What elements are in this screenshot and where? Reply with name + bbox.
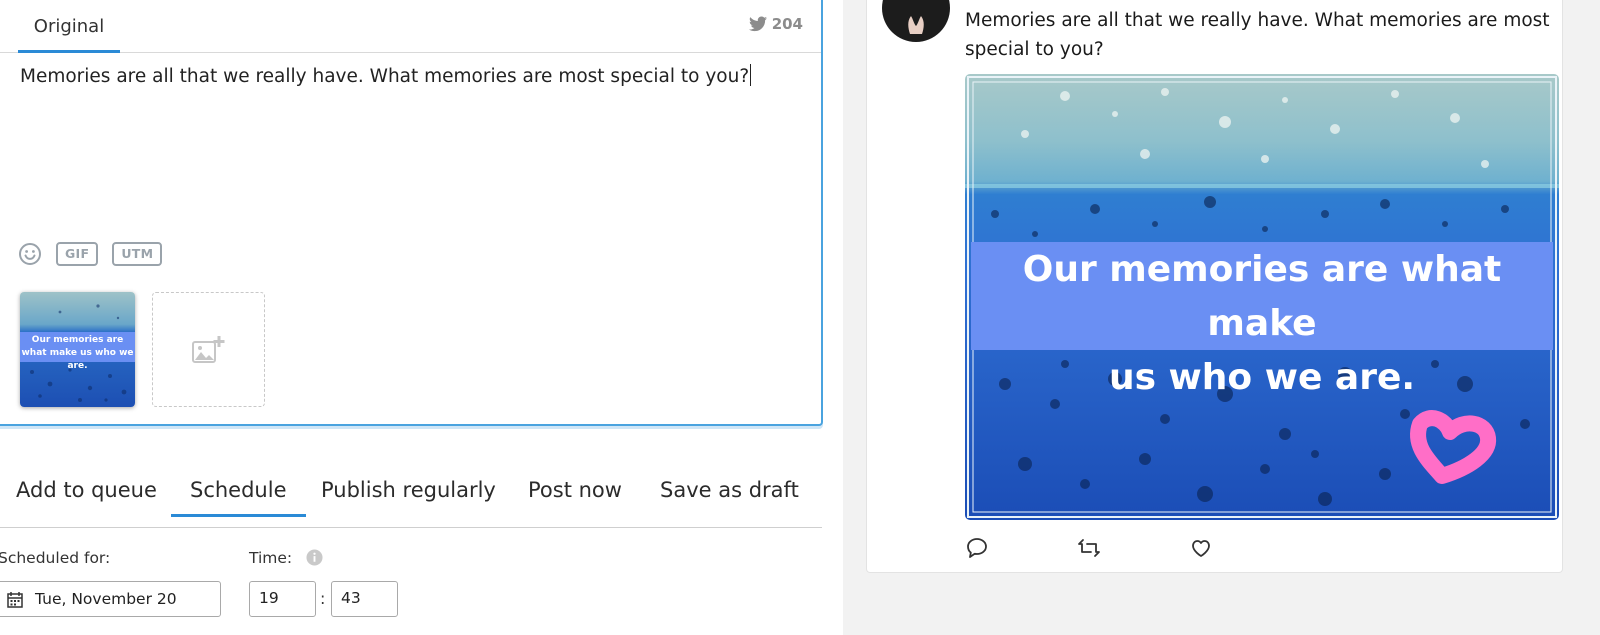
- time-separator: :: [320, 589, 326, 608]
- image-caption-line-1: Our memories are what make: [1022, 249, 1502, 344]
- tab-post-now[interactable]: Post now: [528, 478, 622, 502]
- text-caret: [750, 64, 752, 86]
- post-text-content: Memories are all that we really have. Wh…: [20, 66, 750, 87]
- tab-schedule[interactable]: Schedule: [171, 478, 306, 517]
- tweet-preview-text: Memories are all that we really have. Wh…: [965, 10, 1550, 60]
- info-icon[interactable]: [306, 549, 323, 566]
- schedule-date-value: Tue, November 20: [35, 590, 177, 608]
- scheduled-for-label: Scheduled for:: [0, 549, 111, 567]
- attached-image-thumbnail[interactable]: Our memories are what make us who we are…: [20, 292, 135, 407]
- schedule-date-picker[interactable]: Tue, November 20: [0, 581, 221, 617]
- post-composer: Original 204 Memories are all that we re…: [0, 0, 823, 426]
- image-add-icon: [191, 335, 224, 363]
- composer-tabs: Original 204: [0, 0, 821, 53]
- time-label: Time:: [249, 549, 293, 567]
- smile-icon[interactable]: [18, 242, 42, 266]
- reply-icon[interactable]: [965, 536, 989, 560]
- tab-add-to-queue[interactable]: Add to queue: [16, 478, 157, 502]
- tab-save-as-draft[interactable]: Save as draft: [660, 478, 799, 502]
- image-caption-line-2: us who we are.: [1108, 357, 1416, 398]
- like-icon[interactable]: [1189, 536, 1213, 560]
- retweet-icon[interactable]: [1077, 536, 1101, 560]
- tab-publish-regularly[interactable]: Publish regularly: [321, 478, 496, 502]
- minute-input[interactable]: 43: [331, 581, 398, 617]
- twitter-bird-icon: [748, 16, 767, 32]
- utm-button[interactable]: UTM: [112, 242, 163, 266]
- tab-original[interactable]: Original: [18, 0, 120, 53]
- post-text-input[interactable]: Memories are all that we really have. Wh…: [20, 64, 800, 224]
- character-count-value: 204: [771, 15, 803, 33]
- thumbnail-caption: Our memories are what make us who we are…: [21, 335, 134, 371]
- tweet-preview-image[interactable]: Our memories are what make us who we are…: [965, 74, 1559, 520]
- hour-input[interactable]: 19: [249, 581, 316, 617]
- calendar-icon: [7, 591, 23, 608]
- composer-tools: GIF UTM: [18, 242, 163, 266]
- publish-action-tabs: Add to queue Schedule Publish regularly …: [0, 464, 822, 528]
- gif-button[interactable]: GIF: [56, 242, 99, 266]
- add-media-button[interactable]: [152, 292, 265, 407]
- image-caption-banner: Our memories are what make us who we are…: [971, 242, 1553, 398]
- character-counter: 204: [748, 15, 803, 33]
